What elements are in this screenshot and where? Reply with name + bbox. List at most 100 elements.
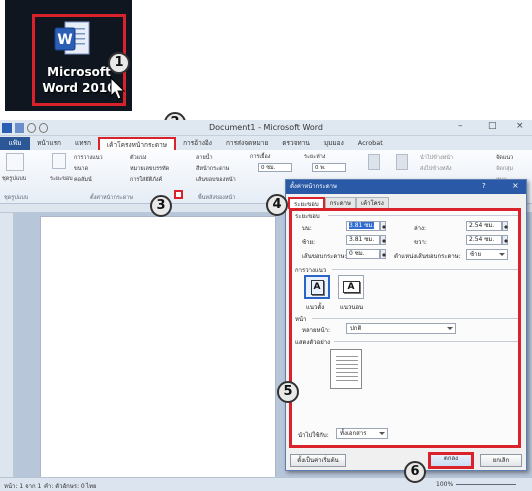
apply-to-label: นำไปใช้กับ: [298,432,329,439]
cancel-button[interactable]: ยกเลิก [480,454,522,467]
vertical-ruler [0,213,14,477]
orientation-section-title: การวางแนว [295,267,327,274]
position-icon[interactable] [368,154,380,170]
apply-to-select[interactable]: ทั้งเอกสาร [336,428,388,439]
top-margin-value: 3.81 ซม. [349,222,375,229]
divider [334,341,518,342]
landscape-option[interactable]: A [338,275,364,299]
status-bar: หน้า: 1 จาก 1 คำ: ตัวอักษร: 0 ไทย 100% [0,477,532,491]
ribbon-align[interactable]: จัดแนว [496,154,513,162]
themes-icon[interactable] [6,153,24,171]
step-callout-1: 1 [108,52,130,74]
ribbon-margins[interactable]: ระยะขอบ [50,175,73,183]
step-callout-3: 3 [150,195,172,217]
bottom-margin-spinner[interactable] [502,221,508,231]
status-page[interactable]: หน้า: 1 จาก 1 [4,481,41,491]
ok-button[interactable]: ตกลง [428,452,474,469]
ribbon-indent: การเยื้อง [250,154,271,160]
page-setup-dialog: ตั้งค่าหน้ากระดาษ ? × ระยะขอบ กระดาษ เค้… [285,179,527,471]
margins-panel: ระยะขอบ บน: 3.81 ซม. ล่าง: 2.54 ซม. ซ้าย… [289,208,521,448]
gutter-label: เส้นขอบกระดาษ: [302,253,347,260]
word-logo-icon: W [54,21,90,55]
ribbon-send-backward[interactable]: ส่งไปข้างหลัง [420,165,452,173]
bottom-margin-field[interactable]: 2.54 ซม. [466,221,502,231]
page-setup-launcher-icon[interactable] [174,190,183,199]
tab-acrobat[interactable]: Acrobat [351,137,390,150]
ribbon-page-color[interactable]: สีหน้ากระดาษ [196,165,229,173]
landscape-page-icon: A [342,281,360,293]
minimize-button[interactable]: – [458,121,463,131]
gutter-field[interactable]: 0 ซม. [346,249,380,259]
set-as-default-button[interactable]: ตั้งเป็นค่าเริ่มต้น [290,454,346,467]
ribbon-line-numbers[interactable]: หมายเลขบรรทัด [130,165,169,173]
tab-insert[interactable]: แทรก [68,137,98,150]
left-label: ซ้าย: [302,239,315,246]
maximize-button[interactable]: □ [488,121,497,131]
status-language[interactable]: ไทย [86,481,97,491]
ribbon-watermark[interactable]: ลายน้ำ [196,154,213,162]
gutter-position-select[interactable]: ซ้าย [466,249,508,260]
dialog-help-button[interactable]: ? [482,182,486,190]
step-callout-6: 6 [404,461,426,483]
ribbon-columns[interactable]: คอลัมน์ [74,176,92,184]
ribbon-group[interactable]: จัดกลุ่ม [496,165,513,173]
wrap-text-icon[interactable] [396,154,408,170]
right-margin-field[interactable]: 2.54 ซม. [466,235,502,245]
indent-left-field[interactable]: 0 ซม. [258,163,292,172]
portrait-option[interactable]: A [304,275,330,299]
ribbon-tabs: แฟ้ม หน้าแรก แทรก เค้าโครงหน้ากระดาษ การ… [0,136,532,150]
title-bar: Document1 - Microsoft Word – □ × [0,120,532,136]
close-button[interactable]: × [516,121,524,131]
left-margin-spinner[interactable] [380,235,386,245]
multiple-pages-label: หลายหน้า: [302,327,330,334]
right-margin-spinner[interactable] [502,235,508,245]
left-margin-field[interactable]: 3.81 ซม. [346,235,380,245]
tab-file[interactable]: แฟ้ม [0,137,30,150]
gutter-position-label: ตำแหน่งเส้นขอบกระดาษ: [394,253,461,260]
ribbon-orientation[interactable]: การวางแนว [74,154,103,162]
bottom-label: ล่าง: [414,225,426,232]
page-preview [330,349,362,389]
pages-section-title: หน้า [295,316,307,323]
ribbon-hyphenation[interactable]: การใส่ยัติภังค์ [130,176,162,184]
ribbon-page-borders[interactable]: เส้นขอบของหน้า [196,176,236,184]
top-margin-field[interactable]: 3.81 ซม. [346,221,380,231]
tab-home[interactable]: หน้าแรก [30,137,68,150]
dialog-close-button[interactable]: × [512,181,519,190]
landscape-label: แนวนอน [340,304,364,311]
ribbon-size[interactable]: ขนาด [74,165,88,173]
portrait-label: แนวตั้ง [306,304,325,311]
dialog-title: ตั้งค่าหน้ากระดาษ [286,180,526,194]
status-zoom[interactable]: 100% [436,481,453,488]
divider [332,269,518,270]
group-page-background-label: พื้นหลังของหน้า [198,195,236,201]
mouse-cursor-icon [110,76,126,100]
zoom-slider[interactable] [456,484,516,485]
document-page[interactable] [40,216,276,478]
tab-page-layout[interactable]: เค้าโครงหน้ากระดาษ [97,137,177,150]
divider [328,215,518,216]
divider [312,318,518,319]
step-callout-5: 5 [277,381,299,403]
ribbon-spacing: ระยะห่าง [304,154,326,160]
top-margin-spinner[interactable] [380,221,386,231]
tab-references[interactable]: การอ้างอิง [176,137,219,150]
group-page-setup-label: ตั้งค่าหน้ากระดาษ [90,195,134,201]
ribbon-themes[interactable]: ชุดรูปแบบ [2,175,26,183]
right-label: ขวา: [414,239,427,246]
svg-text:W: W [57,32,72,48]
tab-view[interactable]: มุมมอง [317,137,351,150]
margins-icon[interactable] [52,153,66,169]
group-themes-label: ชุดรูปแบบ [4,195,29,201]
status-words[interactable]: คำ: ตัวอักษร: 0 [44,481,85,491]
step-callout-4: 4 [266,194,288,216]
multiple-pages-select[interactable]: ปกติ [346,323,456,334]
tab-review[interactable]: ตรวจทาน [275,137,317,150]
ribbon-breaks[interactable]: ตัวแบ่ง [130,154,146,162]
upper-area: W Microsoft Word 2010 1 2 [0,0,532,134]
spacing-before-field[interactable]: 0 พ. [312,163,346,172]
ribbon-bring-forward[interactable]: นำไปข้างหน้า [420,154,453,162]
margins-section-title: ระยะขอบ [295,213,320,220]
gutter-spinner[interactable] [380,249,386,259]
tab-mailings[interactable]: การส่งจดหมาย [219,137,275,150]
